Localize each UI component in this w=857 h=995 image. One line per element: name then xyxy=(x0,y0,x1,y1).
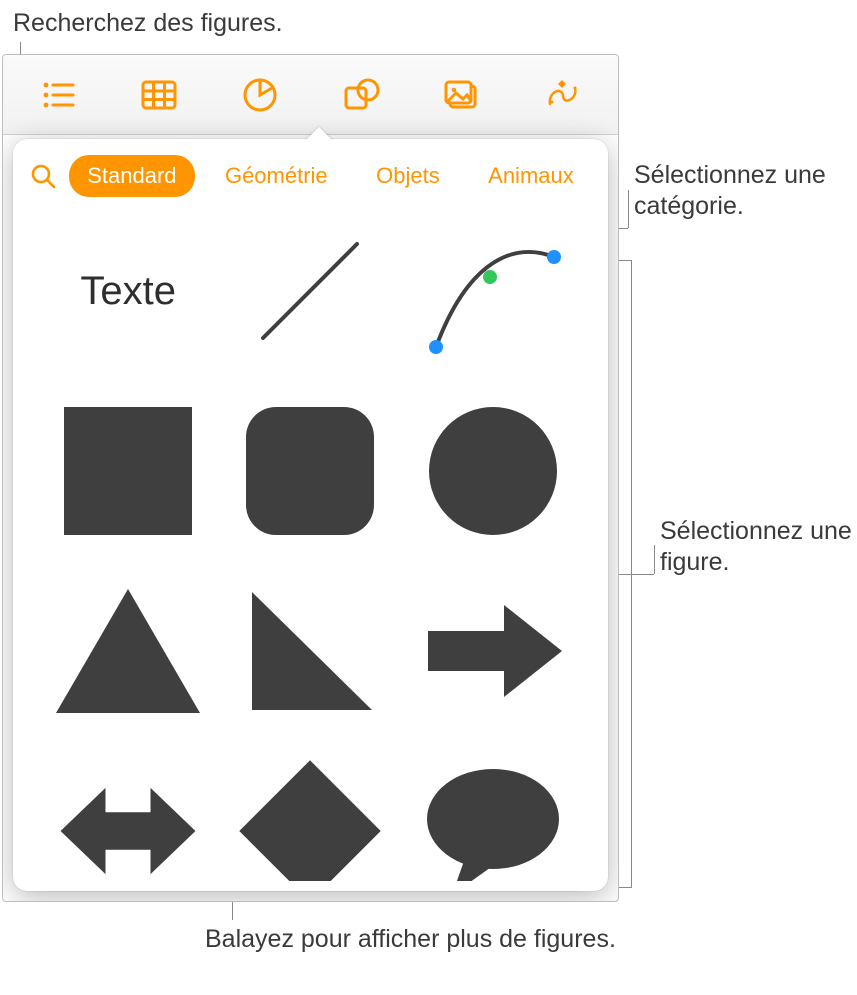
callout-line xyxy=(619,228,628,229)
shapes-popover: Standard Géométrie Objets Animaux Texte xyxy=(13,139,608,891)
chart-icon[interactable] xyxy=(228,71,292,119)
tab-objets[interactable]: Objets xyxy=(358,155,458,197)
line-shape[interactable] xyxy=(235,221,385,361)
right-triangle-shape[interactable] xyxy=(235,581,385,721)
callout-shape: Sélectionnez une figure. xyxy=(660,516,857,579)
toolbar xyxy=(3,55,618,135)
speech-bubble-shape[interactable] xyxy=(418,761,568,881)
popover-caret xyxy=(305,127,333,141)
callout-line xyxy=(632,574,654,575)
tab-standard[interactable]: Standard xyxy=(69,155,194,197)
square-shape[interactable] xyxy=(53,401,203,541)
rounded-square-shape[interactable] xyxy=(235,401,385,541)
callout-swipe: Balayez pour afficher plus de figures. xyxy=(205,924,616,955)
outline-icon[interactable] xyxy=(26,71,90,119)
tab-animaux[interactable]: Animaux xyxy=(470,155,592,197)
category-tabs: Standard Géométrie Objets Animaux xyxy=(63,155,598,197)
callout-line xyxy=(654,545,655,574)
callout-line xyxy=(628,190,629,228)
curve-shape[interactable] xyxy=(418,221,568,361)
callout-category: Sélectionnez une catégorie. xyxy=(634,160,857,223)
triangle-shape[interactable] xyxy=(53,581,203,721)
arrow-right-shape[interactable] xyxy=(418,581,568,721)
table-icon[interactable] xyxy=(127,71,191,119)
callout-search: Recherchez des figures. xyxy=(13,8,283,39)
callout-bracket xyxy=(618,260,632,888)
app-frame: Standard Géométrie Objets Animaux Texte xyxy=(2,54,619,902)
draw-icon[interactable] xyxy=(531,71,595,119)
shapes-grid[interactable]: Texte xyxy=(13,211,608,881)
tab-geometrie[interactable]: Géométrie xyxy=(207,155,346,197)
media-icon[interactable] xyxy=(430,71,494,119)
text-shape[interactable]: Texte xyxy=(53,221,203,361)
circle-shape[interactable] xyxy=(418,401,568,541)
shapes-icon[interactable] xyxy=(329,71,393,119)
search-icon[interactable] xyxy=(23,156,63,196)
text-shape-label: Texte xyxy=(80,269,176,314)
double-arrow-shape[interactable] xyxy=(53,761,203,881)
diamond-shape[interactable] xyxy=(235,761,385,881)
category-bar: Standard Géométrie Objets Animaux xyxy=(13,155,608,211)
